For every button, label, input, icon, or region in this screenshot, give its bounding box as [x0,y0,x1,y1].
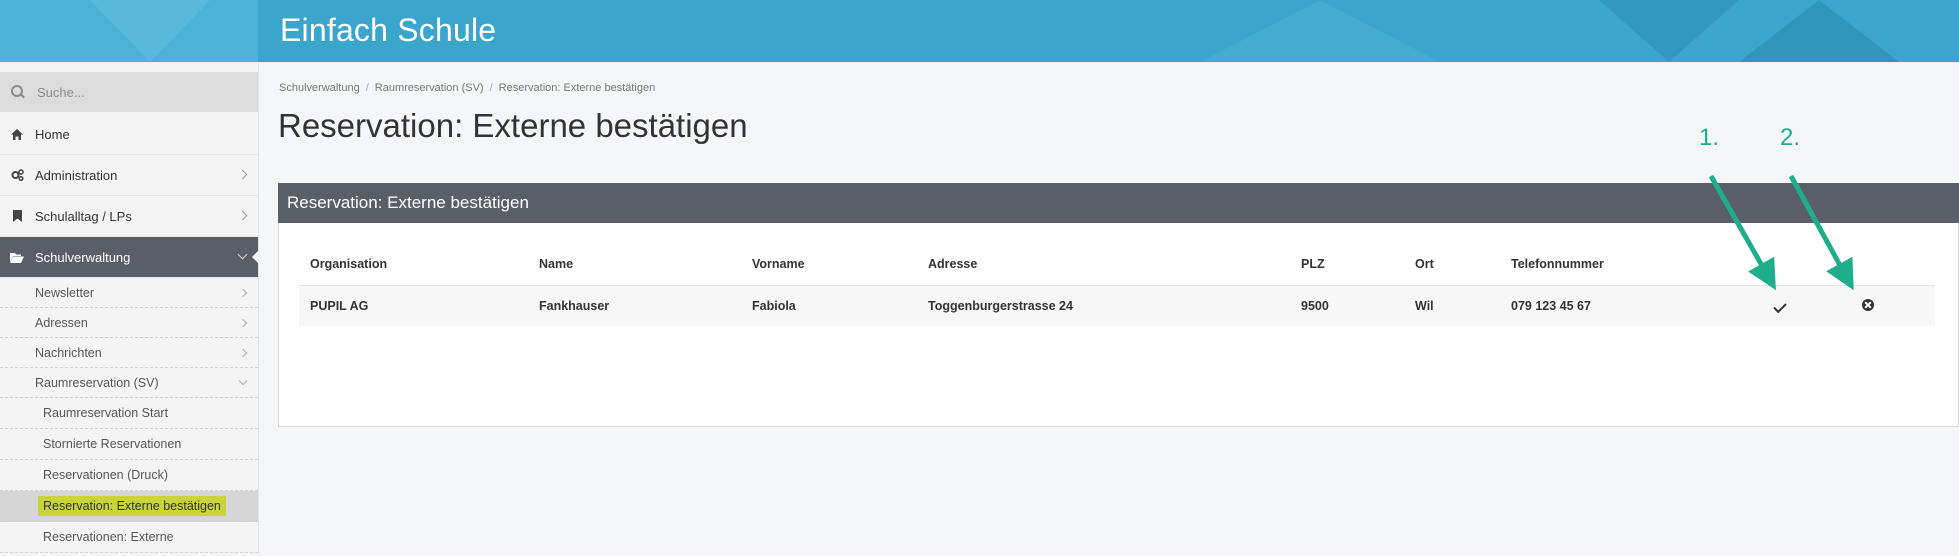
submenu-item-nachrichten[interactable]: Nachrichten [0,338,258,368]
sidebar: Home Administration Schulalltag / LPs Sc… [0,62,259,556]
submenu-item-label: Reservationen (Druck) [43,468,169,482]
submenu-item-label: Stornierte Reservationen [43,437,182,451]
sidebar-item-label: Schulverwaltung [35,249,131,265]
sidebar-item-schulalltag[interactable]: Schulalltag / LPs [0,196,258,237]
sidebar-item-administration[interactable]: Administration [0,155,258,196]
submenu-item-label: Reservationen: Externe [43,530,174,544]
chevron-right-icon [237,210,248,221]
chevron-right-icon [237,169,248,180]
submenu-schulverwaltung: Newsletter Adressen Nachrichten Raumrese… [0,278,258,553]
folder-open-icon [9,252,25,263]
sidebar-item-home[interactable]: Home [0,114,258,155]
submenu-item-reservationen-externe[interactable]: Reservationen: Externe [0,522,258,553]
sidebar-nav: Home Administration Schulalltag / LPs Sc… [0,114,259,553]
chevron-right-icon [238,348,248,358]
header-decoration [90,0,210,62]
header-decoration [1599,0,1739,62]
sidebar-item-schulverwaltung[interactable]: Schulverwaltung [0,237,259,278]
home-icon [9,128,25,140]
brand-title[interactable]: Einfach Schule [280,12,496,49]
header-decoration [1739,0,1899,62]
submenu-item-label: Raumreservation Start [43,406,169,420]
chevron-right-icon [238,288,248,298]
submenu-item-label: Newsletter [35,285,95,300]
annotation-arrow-2 [1788,174,1854,291]
cogs-icon [9,169,25,181]
submenu-item-label: Reservation: Externe bestätigen [38,496,226,516]
sidebar-item-label: Schulalltag / LPs [35,208,132,224]
submenu-item-adressen[interactable]: Adressen [0,308,258,338]
top-header: Einfach Schule [0,0,1959,62]
submenu-item-newsletter[interactable]: Newsletter [0,278,258,308]
chevron-down-icon [237,249,248,260]
submenu-item-raumreservation-start[interactable]: Raumreservation Start [0,398,258,429]
submenu-item-externe-bestaetigen[interactable]: Reservation: Externe bestätigen [0,491,258,522]
search-input[interactable] [35,83,239,101]
chevron-right-icon [238,318,248,328]
sidebar-item-label: Administration [35,167,118,183]
submenu-item-raumreservation[interactable]: Raumreservation (SV) [0,368,258,398]
submenu-item-label: Nachrichten [35,345,102,360]
submenu-item-stornierte-reservationen[interactable]: Stornierte Reservationen [0,429,258,460]
main-content: Schulverwaltung / Raumreservation (SV) / Res… [259,62,1959,556]
annotation-arrows [1708,174,1854,291]
header-decoration [1200,0,1440,62]
annotation-arrow-1 [1708,174,1776,291]
sidebar-item-label: Home [35,126,70,142]
chevron-down-icon [238,376,248,386]
search-icon [11,85,25,99]
bookmark-icon [9,210,25,222]
submenu-item-label: Raumreservation (SV) [35,375,159,390]
submenu-item-reservationen-druck[interactable]: Reservationen (Druck) [0,460,258,491]
search-bar [0,72,258,112]
submenu-item-label: Adressen [35,315,88,330]
